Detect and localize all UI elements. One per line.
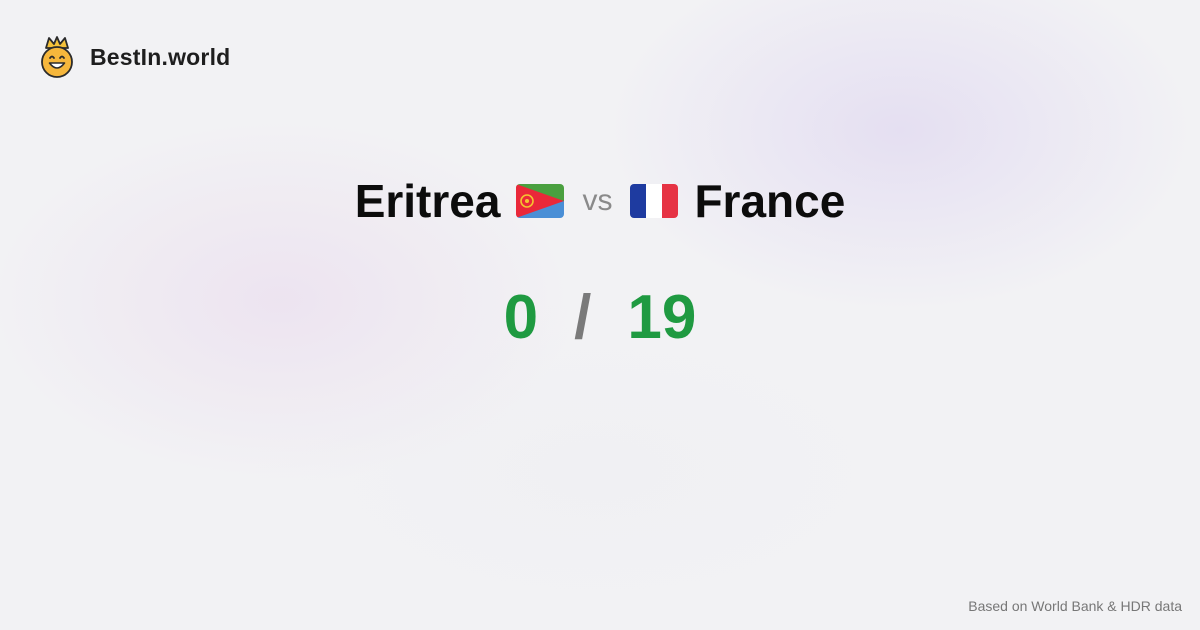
vs-label: vs [582, 184, 613, 217]
data-source-note: Based on World Bank & HDR data [968, 598, 1182, 614]
brand-name: BestIn.world [90, 43, 231, 70]
country-right-name[interactable]: France [694, 178, 845, 224]
country-left-name[interactable]: Eritrea [355, 178, 501, 224]
score-separator: / [574, 283, 592, 352]
eritrea-flag-icon [516, 184, 565, 218]
score-display: 0 / 19 [0, 287, 1200, 349]
france-flag-icon [630, 184, 679, 218]
country-matchup: Eritrea vs France [0, 178, 1200, 224]
score-right: 19 [627, 283, 697, 352]
crown-smiley-icon [41, 36, 73, 78]
brand-logo[interactable]: BestIn.world [38, 36, 230, 78]
score-left: 0 [503, 283, 539, 352]
